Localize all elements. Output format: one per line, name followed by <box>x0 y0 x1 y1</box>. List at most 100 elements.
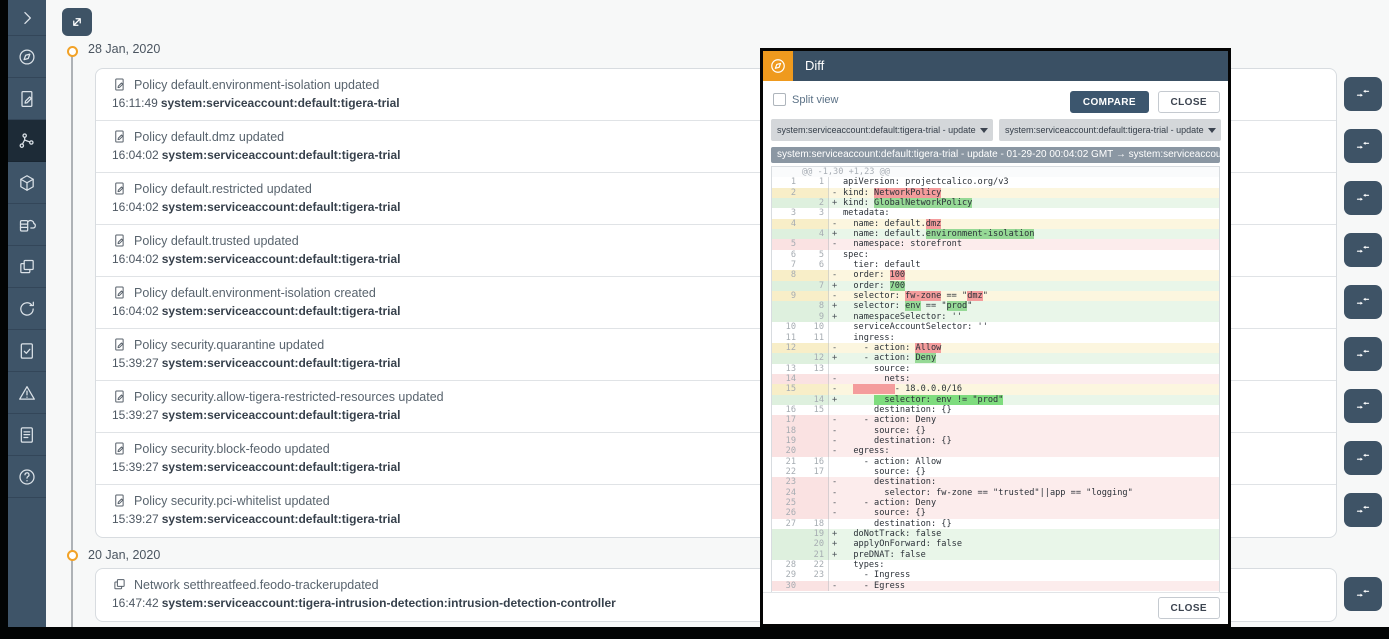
compare-arrows-icon <box>1354 501 1372 519</box>
open-diff-button[interactable] <box>1344 493 1382 527</box>
diff-line: 1010 serviceAccountSelector: '' <box>772 322 1219 332</box>
sidebar-item-kubernetes[interactable] <box>8 162 46 204</box>
sidebar-item-reports[interactable] <box>8 414 46 456</box>
compare-arrows-icon <box>1354 449 1372 467</box>
doc-edit-icon <box>112 389 127 404</box>
diff-line: 4+ name: default.environment-isolation <box>772 229 1219 239</box>
help-icon <box>17 467 37 487</box>
diff-line: 1313 source: <box>772 364 1219 374</box>
sidebar-item-help[interactable] <box>8 456 46 498</box>
sidebar-item-sync[interactable] <box>8 288 46 330</box>
open-diff-button[interactable] <box>1344 389 1382 423</box>
doc-edit-icon <box>112 493 127 508</box>
diff-line: 14- nets: <box>772 374 1219 384</box>
event-time: 16:04:02 <box>112 252 159 266</box>
compare-button[interactable]: COMPARE <box>1070 91 1149 113</box>
diff-line: 8+ selector: env == "prod" <box>772 301 1219 311</box>
diff-line: 20- egress: <box>772 446 1219 456</box>
diff-line: 2217 source: {} <box>772 467 1219 477</box>
diff-modal-footer: CLOSE <box>763 592 1228 624</box>
sidebar-item-resources[interactable] <box>8 246 46 288</box>
event-account: system:serviceaccount:default:tigera-tri… <box>161 96 400 110</box>
diff-line: 12- - action: Allow <box>772 343 1219 353</box>
event-account: system:serviceaccount:default:tigera-tri… <box>162 304 401 318</box>
sidebar-item-alerts[interactable] <box>8 372 46 414</box>
diff-line: 20+ applyOnForward: false <box>772 539 1219 549</box>
diff-line: 8- order: 100 <box>772 270 1219 280</box>
doc-edit-icon <box>112 181 127 196</box>
open-diff-button[interactable] <box>1344 233 1382 267</box>
diff-table: @@ -1,30 +1,23 @@11apiVersion: projectca… <box>771 166 1220 593</box>
expand-diagonal-icon <box>68 13 86 31</box>
split-view-label: Split view <box>792 94 838 106</box>
window-frame-left <box>0 0 8 639</box>
diff-line: 1111 ingress: <box>772 333 1219 343</box>
layers-icon <box>17 257 37 277</box>
refresh-icon <box>17 299 37 319</box>
right-version-select[interactable]: system:serviceaccount:default:tigera-tri… <box>999 119 1221 141</box>
close-button-top[interactable]: CLOSE <box>1158 91 1220 113</box>
layers-icon <box>112 577 127 592</box>
event-time: 15:39:27 <box>112 460 159 474</box>
diff-line: 7+ order: 700 <box>772 281 1219 291</box>
open-diff-button[interactable] <box>1344 337 1382 371</box>
open-diff-button[interactable] <box>1344 129 1382 163</box>
split-view-control: Split view <box>773 93 838 106</box>
diff-line: 33metadata: <box>772 208 1219 218</box>
diff-line: 24- selector: fw-zone == "trusted"||app … <box>772 488 1219 498</box>
open-diff-button[interactable] <box>1344 577 1382 611</box>
chevron-down-icon <box>1208 128 1216 133</box>
sidebar-item-expand-sidebar[interactable] <box>8 0 46 36</box>
doc-edit-icon <box>112 77 127 92</box>
timeline-line <box>71 50 73 627</box>
diff-line: 25- - action: Deny <box>772 498 1219 508</box>
open-diff-button[interactable] <box>1344 77 1382 111</box>
left-version-select[interactable]: system:serviceaccount:default:tigera-tri… <box>771 119 993 141</box>
event-time: 16:47:42 <box>112 596 159 610</box>
diff-line: 18- source: {} <box>772 426 1219 436</box>
left-version-label: system:serviceaccount:default:tigera-tri… <box>777 125 977 135</box>
timeline-date-dot <box>67 550 78 561</box>
event-account: system:serviceaccount:default:tigera-tri… <box>162 200 401 214</box>
event-time: 16:11:49 <box>112 96 158 110</box>
timeline-date-header: 20 Jan, 2020 <box>88 548 160 562</box>
diff-line: 9+ namespaceSelector: '' <box>772 312 1219 322</box>
cloud-db-icon <box>17 215 37 235</box>
open-diff-button[interactable] <box>1344 181 1382 215</box>
diff-modal-header: Diff <box>763 51 1228 81</box>
event-time: 16:04:02 <box>112 148 159 162</box>
diff-modal: Diff Split view COMPARE CLOSE system:ser… <box>760 48 1231 627</box>
compass-logo-icon <box>763 51 793 81</box>
doc-edit-icon <box>112 441 127 456</box>
event-account: system:serviceaccount:tigera-intrusion-d… <box>162 596 616 610</box>
diff-comparison-titlebar: system:serviceaccount:default:tigera-tri… <box>771 147 1220 163</box>
event-time: 15:39:27 <box>112 512 159 526</box>
sidebar-item-dashboard[interactable] <box>8 36 46 78</box>
warning-icon <box>17 383 37 403</box>
cube-icon <box>17 173 37 193</box>
sidebar-item-flow-visualizations[interactable] <box>8 120 46 162</box>
sidebar-item-storage[interactable] <box>8 204 46 246</box>
event-account: system:serviceaccount:default:tigera-tri… <box>162 408 401 422</box>
compare-arrows-icon <box>1354 585 1372 603</box>
doc-check-icon <box>17 341 37 361</box>
expand-timeline-button[interactable] <box>62 8 92 36</box>
event-time: 15:39:27 <box>112 408 159 422</box>
diff-line: 9- selector: fw-zone == "dmz" <box>772 291 1219 301</box>
close-button-bottom[interactable]: CLOSE <box>1158 597 1220 619</box>
open-diff-button[interactable] <box>1344 285 1382 319</box>
diff-line: 1615 destination: {} <box>772 405 1219 415</box>
doc-edit-icon <box>112 129 127 144</box>
diff-hunk-header: @@ -1,30 +1,23 @@ <box>772 167 1219 177</box>
doc-edit-icon <box>112 285 127 300</box>
open-diff-button[interactable] <box>1344 441 1382 475</box>
diff-line: 19- destination: {} <box>772 436 1219 446</box>
split-view-checkbox[interactable] <box>773 93 786 106</box>
sidebar <box>8 0 46 627</box>
sidebar-item-policies[interactable] <box>8 78 46 120</box>
diff-line: 4- name: default.dmz <box>772 219 1219 229</box>
diff-line: 14+ selector: env != "prod" <box>772 395 1219 405</box>
diff-line: 26- source: {} <box>772 508 1219 518</box>
sidebar-item-compliance[interactable] <box>8 330 46 372</box>
compare-arrows-icon <box>1354 137 1372 155</box>
